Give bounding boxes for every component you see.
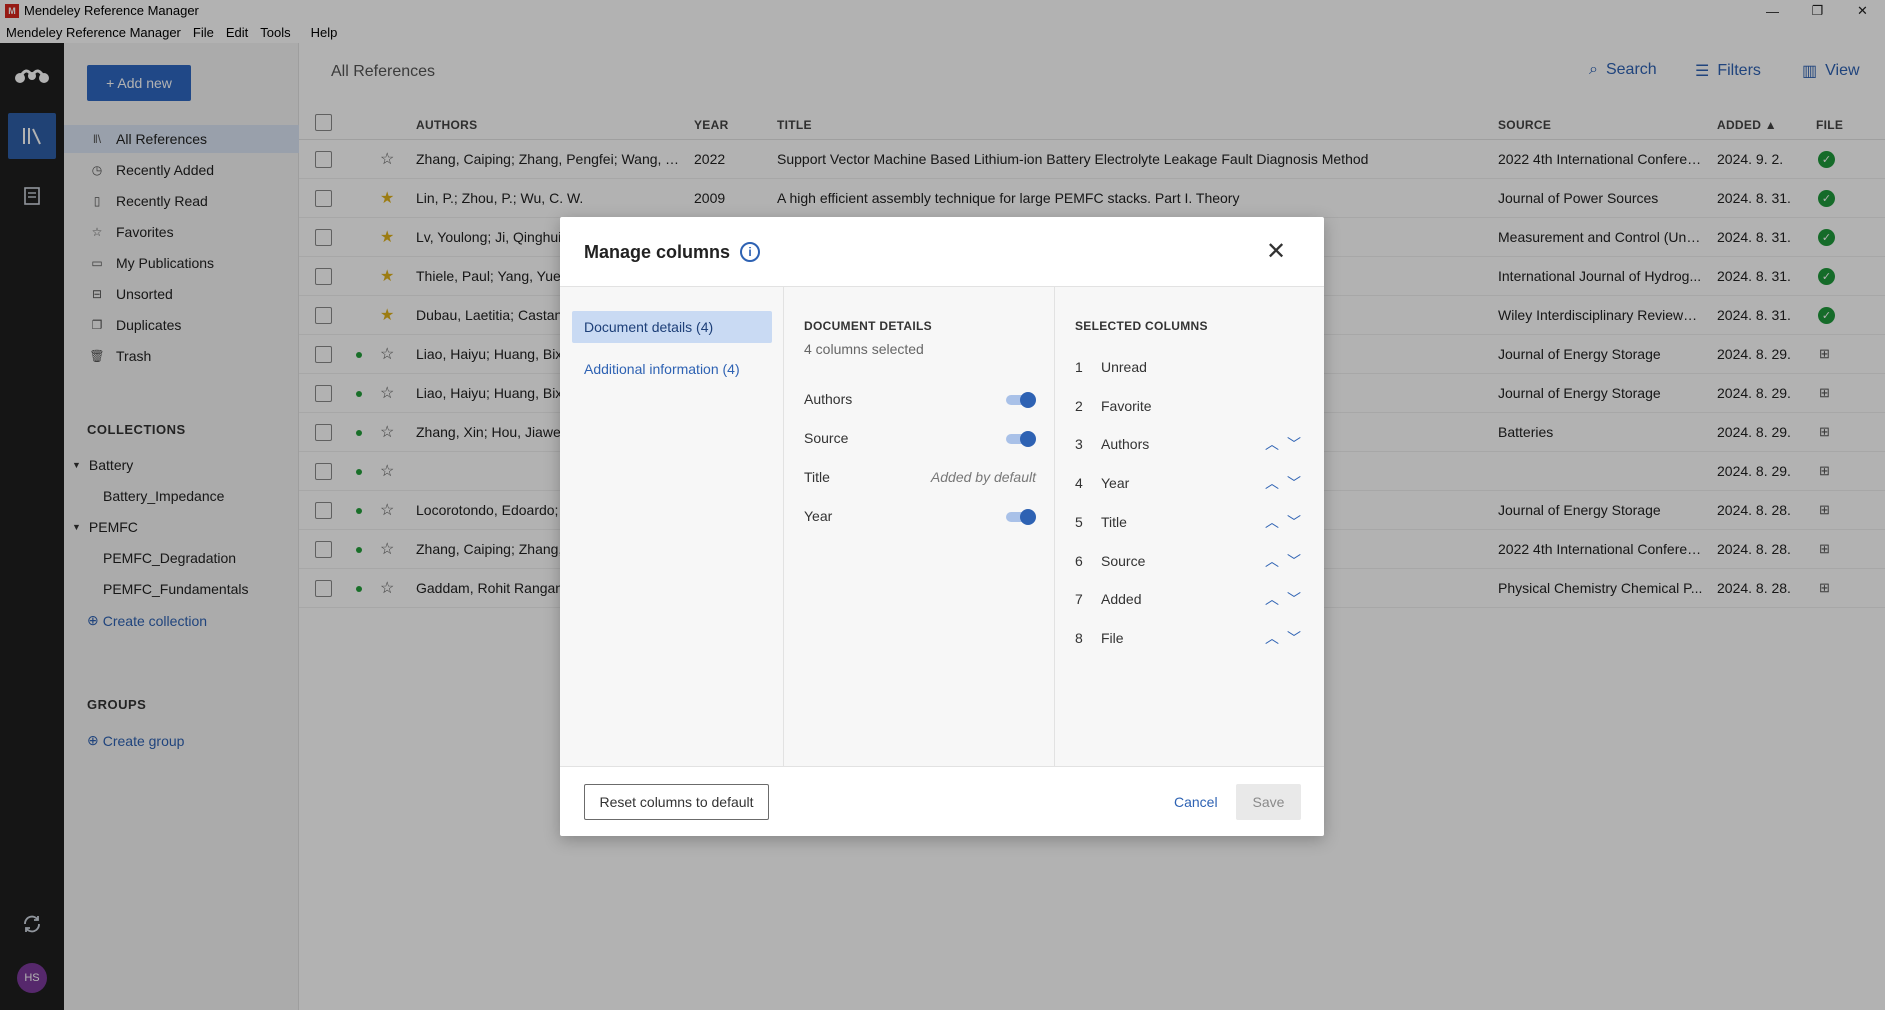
selected-columns-panel: SELECTED COLUMNS 1 Unread 2 Favorite 3 Author… [1055,287,1324,766]
column-name: Unread [1101,359,1147,375]
selected-column-item: 5 Title ︿ ﹀ [1075,511,1305,535]
column-name: Source [1101,552,1146,569]
dialog-header: Manage columns i ✕ [560,217,1324,287]
column-order-number: 2 [1075,397,1083,414]
info-icon[interactable]: i [740,242,760,262]
selected-column-item: 6 Source ︿ ﹀ [1075,550,1305,574]
move-down-icon[interactable]: ﹀ [1283,434,1305,454]
document-details-heading: DOCUMENT DETAILS [804,319,932,333]
dialog-title: Manage columns [584,242,731,262]
column-order-number: 4 [1075,475,1083,492]
move-down-icon[interactable]: ﹀ [1283,512,1305,532]
move-down-icon[interactable]: ﹀ [1283,589,1305,609]
manage-columns-dialog: Manage columns i ✕ Document details (4) … [560,217,1324,836]
year-toggle[interactable] [1006,509,1036,525]
selected-column-item: 4 Year ︿ ﹀ [1075,472,1305,496]
option-authors: Authors [804,388,1036,412]
column-order-number: 6 [1075,552,1083,569]
columns-selected-count: 4 columns selected [804,341,924,357]
selected-column-item: 2 Favorite [1075,395,1305,419]
column-order-number: 1 [1075,359,1083,375]
column-order-number: 8 [1075,629,1083,646]
move-up-icon[interactable]: ︿ [1261,473,1283,493]
move-up-icon[interactable]: ︿ [1261,589,1283,609]
added-by-default-note: Added by default [930,469,1036,485]
selected-column-item: 7 Added ︿ ﹀ [1075,588,1305,612]
tab-additional-information[interactable]: Additional information (4) [572,353,772,385]
column-order-number: 7 [1075,591,1083,608]
column-order-number: 5 [1075,513,1083,530]
document-details-panel: DOCUMENT DETAILS 4 columns selected Auth… [784,287,1055,766]
selected-column-item: 3 Authors ︿ ﹀ [1075,433,1305,457]
option-source: Source [804,427,1036,451]
option-year: Year [804,505,1036,529]
authors-toggle[interactable] [1006,392,1036,408]
tab-document-details[interactable]: Document details (4) [572,311,772,343]
dialog-close-icon[interactable]: ✕ [1264,238,1288,265]
column-name: Added [1101,591,1142,608]
column-category-list: Document details (4) Additional informat… [560,287,784,766]
move-up-icon[interactable]: ︿ [1261,434,1283,454]
column-name: Year [1101,475,1130,492]
source-toggle[interactable] [1006,431,1036,447]
move-down-icon[interactable]: ﹀ [1283,628,1305,648]
column-order-number: 3 [1075,436,1083,453]
selected-column-item: 1 Unread [1075,356,1305,380]
move-up-icon[interactable]: ︿ [1261,551,1283,571]
move-down-icon[interactable]: ﹀ [1283,551,1305,571]
column-name: Title [1101,513,1127,530]
dialog-footer: Reset columns to default Cancel Save [560,766,1324,836]
reset-columns-button[interactable]: Reset columns to default [584,784,769,820]
move-up-icon[interactable]: ︿ [1261,628,1283,648]
column-name: Authors [1101,436,1150,453]
save-button[interactable]: Save [1236,784,1301,820]
selected-columns-heading: SELECTED COLUMNS [1075,319,1208,333]
option-title: Title Added by default [804,469,1036,485]
move-down-icon[interactable]: ﹀ [1283,473,1305,493]
selected-column-item: 8 File ︿ ﹀ [1075,627,1305,651]
column-name: Favorite [1101,397,1152,414]
cancel-button[interactable]: Cancel [1174,786,1218,818]
move-up-icon[interactable]: ︿ [1261,512,1283,532]
column-name: File [1101,629,1124,646]
